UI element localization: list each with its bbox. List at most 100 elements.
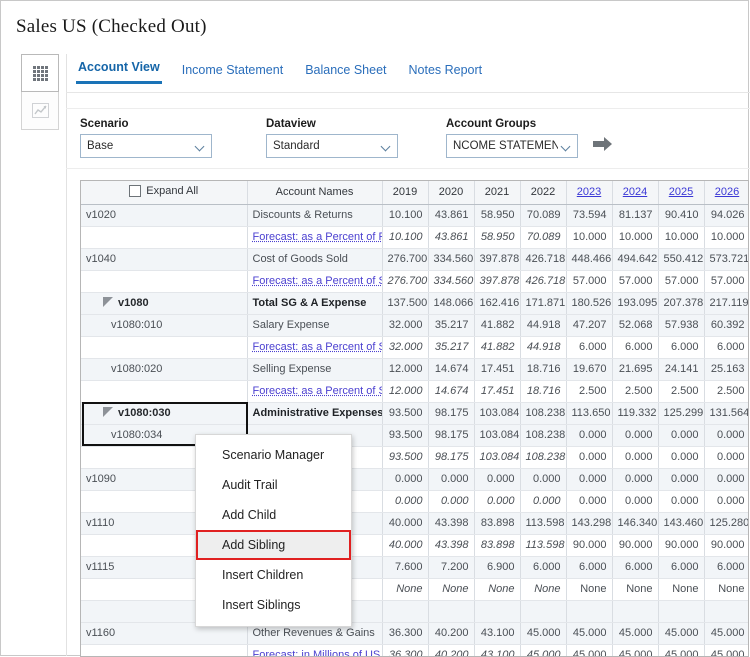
cell-value[interactable]: 573.721 xyxy=(704,248,748,271)
cell-value[interactable]: 103.084 xyxy=(474,424,521,447)
cell-value[interactable]: 426.718 xyxy=(520,248,567,271)
cell-value[interactable]: 94.026 xyxy=(704,204,748,227)
cell-value[interactable]: 57.000 xyxy=(566,270,613,293)
cell-value[interactable]: 0.000 xyxy=(658,424,705,447)
cell-value[interactable]: 0.000 xyxy=(658,490,705,513)
row-code[interactable]: v1080 xyxy=(81,292,248,315)
cell-value[interactable]: 52.068 xyxy=(612,314,659,337)
cell-value[interactable]: 43.398 xyxy=(428,534,475,557)
cell-value[interactable]: 103.084 xyxy=(474,446,521,469)
cell-value[interactable] xyxy=(658,600,705,623)
cell-value[interactable]: 125.299 xyxy=(658,402,705,425)
cell-value[interactable]: 6.000 xyxy=(704,556,748,579)
cell-value[interactable]: None xyxy=(428,578,475,601)
cell-value[interactable]: 10.100 xyxy=(382,204,429,227)
cell-value[interactable]: 108.238 xyxy=(520,424,567,447)
cell-value[interactable] xyxy=(474,600,521,623)
cell-value[interactable]: 35.217 xyxy=(428,314,475,337)
cell-value[interactable]: 0.000 xyxy=(382,468,429,491)
cell-value[interactable]: 7.200 xyxy=(428,556,475,579)
cell-value[interactable]: 426.718 xyxy=(520,270,567,293)
cell-value[interactable]: 35.217 xyxy=(428,336,475,359)
cell-value[interactable]: 193.095 xyxy=(612,292,659,315)
table-row[interactable]: f US0.0000.0000.0000.0000.0000.0000.0000… xyxy=(81,490,748,513)
cell-value[interactable] xyxy=(704,600,748,623)
cell-value[interactable]: None xyxy=(520,578,567,601)
table-row[interactable]: v1080:010 Salary Expense 32.000 35.217 41.88… xyxy=(81,314,748,337)
forecast-link[interactable]: Forecast: as a Percent of S xyxy=(253,341,382,353)
cell-value[interactable] xyxy=(382,600,429,623)
collapse-triangle-icon[interactable] xyxy=(103,297,113,308)
cell-value[interactable]: 276.700 xyxy=(382,248,429,271)
cell-value[interactable]: 90.000 xyxy=(658,534,705,557)
row-account-name[interactable]: Forecast: as a Percent of R xyxy=(247,226,383,249)
row-code[interactable]: v1080:020 xyxy=(81,358,248,381)
cell-value[interactable]: 6.000 xyxy=(612,336,659,359)
checkbox-icon[interactable] xyxy=(129,184,142,197)
cell-value[interactable]: 0.000 xyxy=(428,468,475,491)
account-grid[interactable]: Expand All Account Names 2019 2020 2021 2022 2… xyxy=(80,180,749,657)
row-code[interactable]: v1080:010 xyxy=(81,314,248,337)
cell-value[interactable]: 43.100 xyxy=(474,622,521,645)
row-code[interactable]: v1040 xyxy=(81,248,248,271)
cell-value[interactable]: 58.950 xyxy=(474,204,521,227)
tab-income-statement[interactable]: Income Statement xyxy=(180,63,285,84)
cell-value[interactable]: 90.410 xyxy=(658,204,705,227)
cell-value[interactable]: 36.300 xyxy=(382,622,429,645)
table-row[interactable]: v1080:020 Selling Expense 12.000 14.674 17.4… xyxy=(81,358,748,381)
cell-value[interactable]: 113.598 xyxy=(520,512,567,535)
cell-value[interactable] xyxy=(566,600,613,623)
row-account-name[interactable]: Forecast: in Millions of US xyxy=(247,644,383,656)
cell-value[interactable]: 18.716 xyxy=(520,358,567,381)
cell-value[interactable]: 6.000 xyxy=(566,336,613,359)
cell-value[interactable]: 2.500 xyxy=(566,380,613,403)
apply-button[interactable] xyxy=(592,133,614,155)
cell-value[interactable]: 10.000 xyxy=(612,226,659,249)
cell-value[interactable]: 180.526 xyxy=(566,292,613,315)
cell-value[interactable]: 137.500 xyxy=(382,292,429,315)
cell-value[interactable]: 24.141 xyxy=(658,358,705,381)
cell-value[interactable] xyxy=(612,600,659,623)
cell-value[interactable]: 334.560 xyxy=(428,270,475,293)
forecast-link[interactable]: Forecast: as a Percent of R xyxy=(253,231,382,243)
cell-value[interactable]: 6.900 xyxy=(474,556,521,579)
cell-value[interactable]: 43.861 xyxy=(428,204,475,227)
table-row[interactable]: Forecast: as a Percent of S 12.000 14.674 1… xyxy=(81,380,748,403)
cell-value[interactable]: 162.416 xyxy=(474,292,521,315)
cell-value[interactable]: 0.000 xyxy=(612,446,659,469)
table-row[interactable]: Forecast: as a Percent of S 276.700 334.56… xyxy=(81,270,748,293)
cell-value[interactable]: 131.564 xyxy=(704,402,748,425)
cell-value[interactable]: 36.300 xyxy=(382,644,429,656)
cell-value[interactable]: 93.500 xyxy=(382,402,429,425)
cell-value[interactable]: None xyxy=(566,578,613,601)
year-link-2025[interactable]: 2025 xyxy=(669,186,693,198)
cell-value[interactable]: 40.000 xyxy=(382,534,429,557)
cell-value[interactable]: 0.000 xyxy=(474,468,521,491)
expand-all-toggle[interactable]: Expand All xyxy=(129,184,198,197)
cell-value[interactable]: 12.000 xyxy=(382,380,429,403)
cell-value[interactable]: 0.000 xyxy=(658,468,705,491)
cell-value[interactable]: 108.238 xyxy=(520,402,567,425)
cell-value[interactable] xyxy=(520,600,567,623)
cell-value[interactable]: 119.332 xyxy=(612,402,659,425)
cell-value[interactable]: 90.000 xyxy=(566,534,613,557)
cell-value[interactable]: 550.412 xyxy=(658,248,705,271)
cell-value[interactable]: 45.000 xyxy=(658,644,705,656)
cell-value[interactable]: 45.000 xyxy=(612,622,659,645)
cell-value[interactable]: 45.000 xyxy=(520,644,567,656)
year-header-2024[interactable]: 2024 xyxy=(612,181,659,205)
cell-value[interactable]: 45.000 xyxy=(520,622,567,645)
cell-value[interactable]: 10.100 xyxy=(382,226,429,249)
cell-value[interactable]: 113.598 xyxy=(520,534,567,557)
cell-value[interactable]: 44.918 xyxy=(520,336,567,359)
cell-value[interactable]: 334.560 xyxy=(428,248,475,271)
table-row[interactable]: v1080:034 93.500 98.175 103.084 108.238 0.000… xyxy=(81,424,748,447)
cell-value[interactable]: 45.000 xyxy=(612,644,659,656)
cell-value[interactable]: 57.000 xyxy=(612,270,659,293)
forecast-link[interactable]: Forecast: as a Percent of S xyxy=(253,275,382,287)
table-row[interactable]: Forecast: in Millions of US 36.300 40.200 4… xyxy=(81,644,748,656)
cell-value[interactable]: 93.500 xyxy=(382,424,429,447)
cell-value[interactable] xyxy=(428,600,475,623)
cell-value[interactable]: 0.000 xyxy=(704,446,748,469)
cell-value[interactable]: 0.000 xyxy=(612,468,659,491)
